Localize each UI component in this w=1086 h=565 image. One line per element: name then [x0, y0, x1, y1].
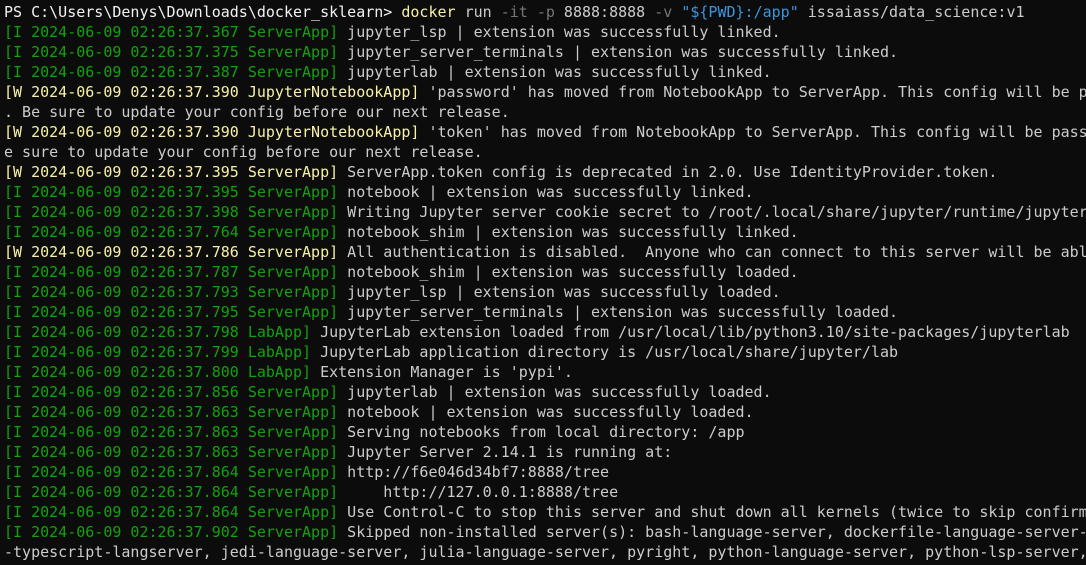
log-message: Skipped non-installed server(s): bash-la… [338, 523, 1086, 541]
log-message: jupyter_server_terminals | extension was… [338, 303, 899, 321]
log-line: [I 2024-06-09 02:26:37.798 LabApp] Jupyt… [0, 322, 1086, 342]
log-line: [I 2024-06-09 02:26:37.793 ServerApp] ju… [0, 282, 1086, 302]
log-message: Jupyter Server 2.14.1 is running at: [338, 443, 673, 461]
log-output: [I 2024-06-09 02:26:37.367 ServerApp] ju… [0, 22, 1086, 562]
log-message: 'token' has moved from NotebookApp to Se… [419, 123, 1086, 141]
log-line: [I 2024-06-09 02:26:37.799 LabApp] Jupyt… [0, 342, 1086, 362]
command-ports: 8888:8888 [563, 3, 646, 21]
log-line: [I 2024-06-09 02:26:37.863 ServerApp] Ju… [0, 442, 1086, 462]
log-message: Serving notebooks from local directory: … [338, 423, 745, 441]
command-subcommand: run [455, 3, 501, 21]
log-line: [I 2024-06-09 02:26:37.795 ServerApp] ju… [0, 302, 1086, 322]
log-tag-info: [I 2024-06-09 02:26:37.902 ServerApp] [4, 523, 339, 541]
log-message: jupyter_lsp | extension was successfully… [338, 23, 781, 41]
command-flag-it: -it [500, 3, 528, 21]
log-tag-info: [I 2024-06-09 02:26:37.863 ServerApp] [4, 423, 339, 441]
log-line: -typescript-langserver, jedi-language-se… [0, 542, 1086, 562]
log-line: [I 2024-06-09 02:26:37.375 ServerApp] ju… [0, 42, 1086, 62]
log-message: jupyterlab | extension was successfully … [338, 383, 772, 401]
log-line: e sure to update your config before our … [0, 142, 1086, 162]
log-tag-warning: [W 2024-06-09 02:26:37.395 ServerApp] [4, 163, 339, 181]
log-tag-info: [I 2024-06-09 02:26:37.387 ServerApp] [4, 63, 339, 81]
log-line: [I 2024-06-09 02:26:37.800 LabApp] Exten… [0, 362, 1086, 382]
log-line: [I 2024-06-09 02:26:37.864 ServerApp] ht… [0, 462, 1086, 482]
command-volume: "${PWD}:/app" [681, 3, 799, 21]
log-tag-info: [I 2024-06-09 02:26:37.864 ServerApp] [4, 483, 339, 501]
command-flag-v: -v [645, 3, 682, 21]
command-image: issaiass/data_science:v1 [798, 3, 1025, 21]
log-message: Writing Jupyter server cookie secret to … [338, 203, 1086, 221]
log-message: -typescript-langserver, jedi-language-se… [4, 543, 1086, 561]
log-tag-info: [I 2024-06-09 02:26:37.864 ServerApp] [4, 503, 339, 521]
log-tag-info: [I 2024-06-09 02:26:37.375 ServerApp] [4, 43, 339, 61]
log-message: JupyterLab application directory is /usr… [311, 343, 899, 361]
terminal-window[interactable]: PS C:\Users\Denys\Downloads\docker_sklea… [0, 0, 1086, 565]
log-line: [I 2024-06-09 02:26:37.387 ServerApp] ju… [0, 62, 1086, 82]
log-line: [W 2024-06-09 02:26:37.786 ServerApp] Al… [0, 242, 1086, 262]
log-message: notebook | extension was successfully li… [338, 183, 754, 201]
log-line: [I 2024-06-09 02:26:37.787 ServerApp] no… [0, 262, 1086, 282]
log-message: Use Control-C to stop this server and sh… [338, 503, 1086, 521]
log-message: e sure to update your config before our … [4, 143, 483, 161]
log-tag-warning: [W 2024-06-09 02:26:37.786 ServerApp] [4, 243, 339, 261]
command-flag-p: -p [527, 3, 564, 21]
log-tag-info: [I 2024-06-09 02:26:37.800 LabApp] [4, 363, 312, 381]
log-line: [I 2024-06-09 02:26:37.856 ServerApp] ju… [0, 382, 1086, 402]
log-message: JupyterLab extension loaded from /usr/lo… [311, 323, 1070, 341]
log-tag-info: [I 2024-06-09 02:26:37.793 ServerApp] [4, 283, 339, 301]
log-line: [I 2024-06-09 02:26:37.395 ServerApp] no… [0, 182, 1086, 202]
log-message: ServerApp.token config is deprecated in … [338, 163, 998, 181]
log-line: [I 2024-06-09 02:26:37.764 ServerApp] no… [0, 222, 1086, 242]
log-message: notebook | extension was successfully lo… [338, 403, 754, 421]
log-message: http://f6e046d34bf7:8888/tree [338, 463, 610, 481]
log-tag-info: [I 2024-06-09 02:26:37.863 ServerApp] [4, 403, 339, 421]
log-message: 'password' has moved from NotebookApp to… [419, 83, 1086, 101]
log-tag-warning: [W 2024-06-09 02:26:37.390 JupyterNotebo… [4, 83, 420, 101]
log-message: http://127.0.0.1:8888/tree [338, 483, 619, 501]
log-line: [I 2024-06-09 02:26:37.902 ServerApp] Sk… [0, 522, 1086, 542]
log-message: notebook_shim | extension was successful… [338, 263, 799, 281]
log-message: All authentication is disabled. Anyone w… [338, 243, 1086, 261]
log-tag-info: [I 2024-06-09 02:26:37.395 ServerApp] [4, 183, 339, 201]
log-tag-info: [I 2024-06-09 02:26:37.864 ServerApp] [4, 463, 339, 481]
log-tag-info: [I 2024-06-09 02:26:37.856 ServerApp] [4, 383, 339, 401]
log-line: [W 2024-06-09 02:26:37.395 ServerApp] Se… [0, 162, 1086, 182]
log-line: . Be sure to update your config before o… [0, 102, 1086, 122]
log-tag-info: [I 2024-06-09 02:26:37.798 LabApp] [4, 323, 312, 341]
log-line: [I 2024-06-09 02:26:37.863 ServerApp] no… [0, 402, 1086, 422]
log-tag-info: [I 2024-06-09 02:26:37.764 ServerApp] [4, 223, 339, 241]
log-tag-info: [I 2024-06-09 02:26:37.398 ServerApp] [4, 203, 339, 221]
log-line: [I 2024-06-09 02:26:37.367 ServerApp] ju… [0, 22, 1086, 42]
log-tag-warning: [W 2024-06-09 02:26:37.390 JupyterNotebo… [4, 123, 420, 141]
command-name: docker [401, 3, 456, 21]
log-message: jupyter_server_terminals | extension was… [338, 43, 899, 61]
log-line: [I 2024-06-09 02:26:37.864 ServerApp] Us… [0, 502, 1086, 522]
prompt-path: PS C:\Users\Denys\Downloads\docker_sklea… [4, 3, 402, 21]
log-tag-info: [I 2024-06-09 02:26:37.787 ServerApp] [4, 263, 339, 281]
log-tag-info: [I 2024-06-09 02:26:37.863 ServerApp] [4, 443, 339, 461]
log-tag-info: [I 2024-06-09 02:26:37.367 ServerApp] [4, 23, 339, 41]
log-line: [I 2024-06-09 02:26:37.398 ServerApp] Wr… [0, 202, 1086, 222]
log-line: [I 2024-06-09 02:26:37.863 ServerApp] Se… [0, 422, 1086, 442]
log-line: [I 2024-06-09 02:26:37.864 ServerApp] ht… [0, 482, 1086, 502]
log-tag-info: [I 2024-06-09 02:26:37.799 LabApp] [4, 343, 312, 361]
log-line: [W 2024-06-09 02:26:37.390 JupyterNotebo… [0, 122, 1086, 142]
log-message: notebook_shim | extension was successful… [338, 223, 799, 241]
log-tag-info: [I 2024-06-09 02:26:37.795 ServerApp] [4, 303, 339, 321]
log-message: . Be sure to update your config before o… [4, 103, 510, 121]
log-message: Extension Manager is 'pypi'. [311, 363, 573, 381]
log-message: jupyter_lsp | extension was successfully… [338, 283, 781, 301]
prompt-line: PS C:\Users\Denys\Downloads\docker_sklea… [0, 2, 1086, 22]
log-line: [W 2024-06-09 02:26:37.390 JupyterNotebo… [0, 82, 1086, 102]
log-message: jupyterlab | extension was successfully … [338, 63, 772, 81]
